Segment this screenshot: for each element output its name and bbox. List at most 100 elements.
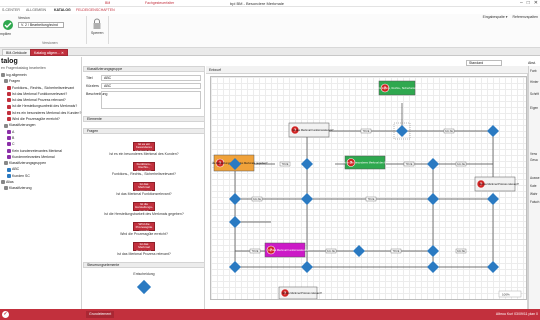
- tree-item-label: Kunden SC: [12, 173, 30, 178]
- palette-question-box[interactable]: Ist die Herstellungs-barkeit: [133, 202, 155, 212]
- tree-node-icon: [7, 117, 11, 122]
- question-node-label: Funktions-, Rechts-, Sicherheitsrelevant: [378, 86, 424, 90]
- version-select[interactable]: V. 2 / Bearbeitung/svind: [18, 22, 64, 28]
- tab-s-center[interactable]: S-CENTER: [2, 8, 20, 12]
- ribbon: mpilien Version V. 2 / Bearbeitung/svind…: [0, 14, 540, 48]
- group-label: Versionen: [42, 41, 58, 45]
- palette-question-box[interactable]: Ist es ein besonderes Merkmal des Kunden…: [133, 142, 155, 156]
- palette-question-caption: Ist es ein besonderes Merkmal des Kunden…: [109, 152, 179, 156]
- tree-node-icon: [7, 136, 11, 141]
- property-label: Gesa: [530, 158, 538, 162]
- doc-tab-bm[interactable]: BM-Gebäude: [2, 49, 31, 56]
- page-title: talog: [1, 58, 18, 65]
- right-panel: Farb Hinter Schrift Eigen Verw Gesa Auswe Kate W…: [528, 66, 540, 309]
- palette-question-caption: Ist die Herstellungsbarkeit des Merkmals…: [104, 212, 184, 216]
- decision-node[interactable]: [427, 261, 439, 273]
- zoom-label: Abst.: [528, 61, 536, 65]
- property-label: Eigen: [530, 106, 539, 110]
- edge-tag-label: TRUE: [367, 197, 374, 201]
- tree-node-icon: [7, 110, 11, 115]
- decision-node[interactable]: [487, 125, 499, 137]
- decision-node[interactable]: [301, 261, 313, 273]
- zoom-select-value: Standard: [469, 61, 484, 65]
- edge-tag-label: FALSE: [457, 162, 465, 166]
- edge-tag-label: TRUE: [251, 249, 258, 253]
- page-subtitle: en Fragenkatalog bearbeiten: [1, 66, 46, 70]
- decision-node[interactable]: [229, 216, 241, 228]
- decision-node[interactable]: [487, 193, 499, 205]
- kuerzel-input[interactable]: ABC: [101, 83, 201, 89]
- tree-node-icon: [7, 104, 11, 109]
- section-fragen[interactable]: Fragen: [83, 128, 205, 134]
- palette-question-box[interactable]: Ist das Merkmal Funktionsrel.: [133, 182, 155, 192]
- decision-node[interactable]: [301, 193, 313, 205]
- palette-question-caption: Ist das Merkmal Funktionsrelevant?: [116, 192, 172, 196]
- field-label-kuerzel: Kürzlers: [86, 84, 99, 88]
- tree-item[interactable]: Klassifizierung: [1, 185, 81, 191]
- title-bar: BM Fachgesteuerfalter bpi BM - Besondere…: [0, 0, 540, 7]
- canvas-title: Entwurf: [209, 68, 221, 72]
- maximize-button[interactable]: □: [527, 0, 530, 6]
- titel-input[interactable]: ABC: [101, 75, 201, 81]
- context-tab-label-2: Fachgesteuerfalter: [145, 1, 175, 5]
- close-button[interactable]: ✕: [534, 0, 538, 6]
- lock-button[interactable]: Sperren: [91, 31, 103, 35]
- window-title: bpi BM - Besondere Merkmale: [230, 1, 285, 6]
- palette-decision-shape[interactable]: [136, 279, 152, 295]
- version-label: Version: [18, 16, 30, 20]
- question-node-label: Ist es ein besonderes Merkmal des Kunden…: [343, 161, 395, 165]
- edge-tag-label: FALSE: [445, 129, 453, 133]
- compile-button[interactable]: mpilien: [0, 32, 11, 36]
- tab-allgemein[interactable]: ALLGEMEIN: [26, 8, 46, 12]
- edge-tag-label: TRUE: [405, 162, 412, 166]
- decision-node[interactable]: [427, 193, 439, 205]
- status-tab[interactable]: Grundelement: [86, 311, 115, 318]
- kuerzel-value: ABC: [104, 84, 112, 88]
- edge-tag-label: TRUE: [392, 249, 399, 253]
- canvas-header: Entwurf: [206, 66, 528, 74]
- section-elemente[interactable]: Elemente: [83, 116, 205, 122]
- decision-node[interactable]: [427, 158, 439, 170]
- edge-tag-label: TRUE: [281, 162, 288, 166]
- tab-feldeigenschaften[interactable]: FELDEIGENSCHAFTEN: [76, 8, 115, 12]
- properties-panel: Klassifizierungsgruppe Titel ABC Kürzler…: [83, 66, 205, 309]
- field-label-titel: Titel: [86, 76, 93, 80]
- tree-item-label: Klassifizierung: [9, 186, 32, 191]
- tree-node-icon: [4, 79, 8, 84]
- palette-question-box[interactable]: Wird die Prozessgüte erreicht: [133, 222, 155, 232]
- zoom-control-label: 100%: [502, 293, 510, 297]
- ribbon-links: Eingabespalte ▾ Referenzspalten: [479, 15, 538, 19]
- beschreibung-input[interactable]: [101, 91, 201, 109]
- tree-node-icon: [4, 123, 8, 128]
- edge-tag-label: FALSE: [253, 197, 261, 201]
- decision-node[interactable]: [353, 245, 365, 257]
- doc-tab-bm-label: BM-Gebäude: [6, 51, 27, 55]
- property-label: Falsch: [530, 200, 540, 204]
- flow-canvas[interactable]: TRUE FALSE TRUE TRUE FALSE FALSE TRUE TRUE FALSE…: [210, 76, 527, 300]
- document-tabs: BM-Gebäude Katalog allgem... ✕: [0, 48, 540, 56]
- tree-node-icon: [4, 186, 8, 191]
- eingabespalte-link[interactable]: Eingabespalte ▾: [483, 15, 508, 19]
- question-node-label: Ist das Merkmal Prozess relevant?: [479, 182, 519, 186]
- tree-node-icon: [7, 98, 11, 103]
- referenzspalten-link[interactable]: Referenzspalten: [513, 15, 539, 19]
- tab-katalog[interactable]: KATALOG: [54, 8, 71, 12]
- decision-node[interactable]: [396, 125, 408, 137]
- decision-node[interactable]: [229, 193, 241, 205]
- lock-icon: [92, 18, 102, 30]
- section-klassifizierungsgruppe[interactable]: Klassifizierungsgruppe: [83, 66, 205, 72]
- minimize-button[interactable]: –: [520, 0, 523, 6]
- tree-node-icon: [1, 73, 5, 78]
- decision-node[interactable]: [229, 261, 241, 273]
- palette-question-caption: Wird die Prozessgüte erreicht?: [120, 232, 168, 236]
- decision-node[interactable]: [487, 261, 499, 273]
- status-bar: ✓ Grundelement Albrou Kuri 03/09/11 plan…: [0, 309, 540, 320]
- decision-node[interactable]: [301, 158, 313, 170]
- decision-node[interactable]: [427, 245, 439, 257]
- doc-tab-katalog[interactable]: Katalog allgem... ✕: [30, 49, 68, 56]
- section-steuerungselemente[interactable]: Steuerungselemente: [83, 262, 205, 268]
- tree-node-icon: [7, 148, 11, 153]
- palette-question-box[interactable]: Funktions-, Rechts-, Sicherheits: [133, 162, 155, 172]
- catalog-tree: log allgemein Fragen Funktions-, Rechts-, …: [1, 72, 81, 192]
- palette-question-box[interactable]: Ist das Merkmal Prozess rel.: [133, 242, 155, 252]
